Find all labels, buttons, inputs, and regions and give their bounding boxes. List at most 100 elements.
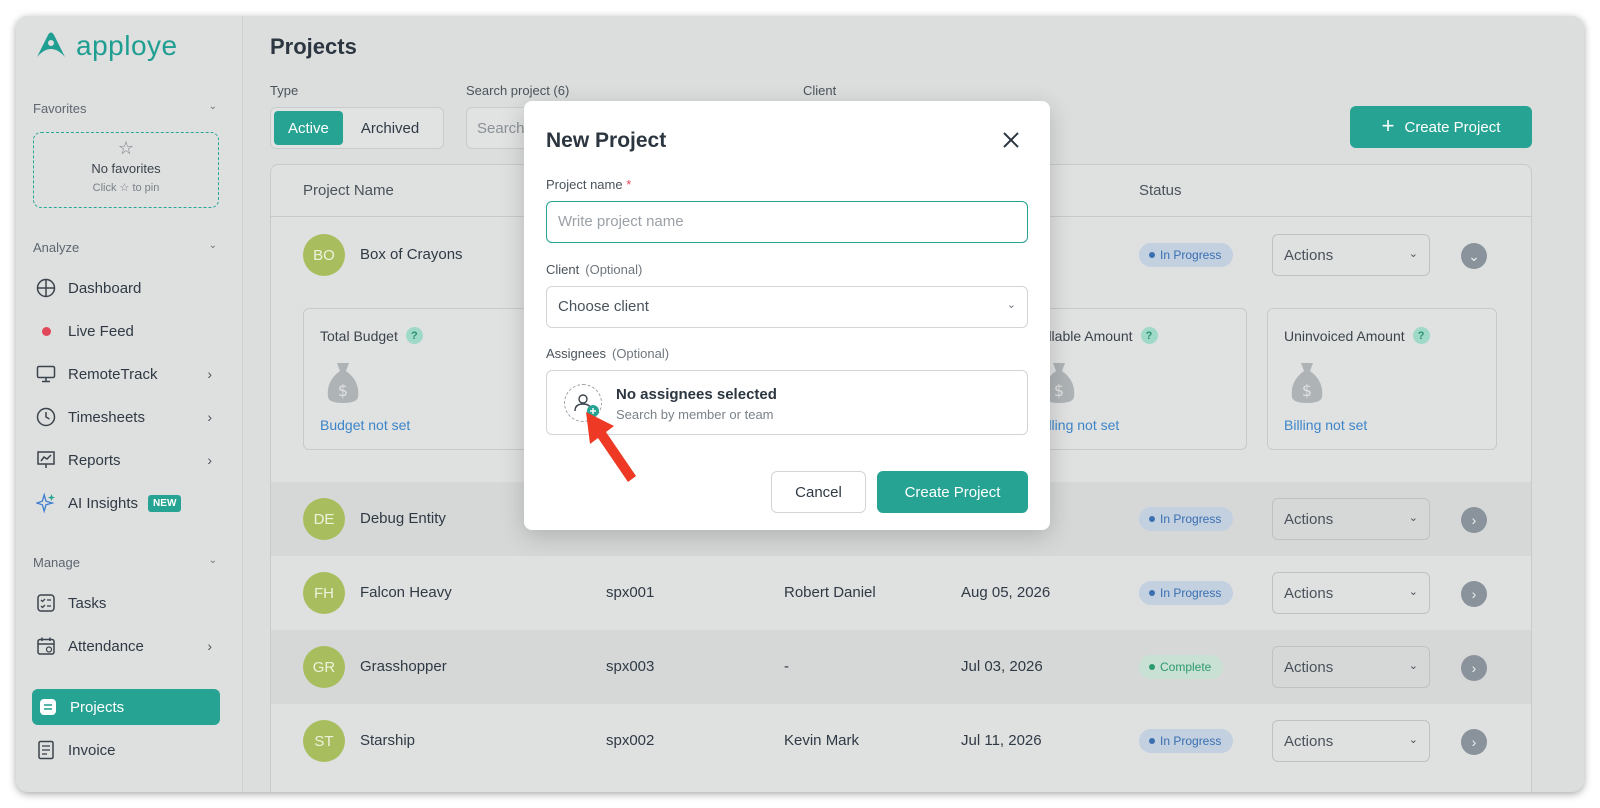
sidebar: apploye Favorites ⌄ ☆ No favorites Click… [16, 16, 243, 792]
calendar-icon [36, 636, 56, 656]
budget-not-set-link[interactable]: Budget not set [320, 417, 410, 433]
analyze-section-header[interactable]: Analyze ⌄ [33, 240, 217, 255]
star-icon: ☆ [117, 138, 135, 158]
chevron-right-icon: › [207, 366, 212, 382]
project-name[interactable]: Falcon Heavy [360, 584, 452, 601]
project-code: spx001 [606, 584, 655, 601]
chevron-down-icon: ⌄ [208, 555, 217, 566]
create-project-submit-button[interactable]: Create Project [877, 471, 1028, 513]
status-badge: Complete [1139, 655, 1224, 679]
favorites-section-header[interactable]: Favorites ⌄ [33, 101, 217, 116]
expand-row-button[interactable]: › [1461, 655, 1487, 681]
assignees-empty-title: No assignees selected [616, 386, 777, 403]
client-filter-label: Client [803, 83, 837, 98]
client-select[interactable]: Choose client ⌄ [546, 286, 1028, 328]
sidebar-item-dashboard[interactable]: Dashboard [34, 270, 220, 306]
annotation-arrow-icon [586, 412, 636, 482]
actions-dropdown[interactable]: Actions ⌄ [1272, 720, 1430, 762]
modal-title: New Project [546, 129, 667, 152]
svg-text:$: $ [338, 381, 348, 400]
project-date: Jul 11, 2026 [961, 732, 1042, 749]
status-badge: In Progress [1139, 729, 1234, 753]
manage-label: Manage [33, 555, 80, 570]
table-row[interactable]: GR Grasshopper spx003 - Jul 03, 2026 Com… [271, 630, 1531, 704]
sidebar-item-reports[interactable]: Reports › [34, 442, 220, 478]
collapse-row-button[interactable]: ⌄ [1461, 243, 1487, 269]
sidebar-item-attendance[interactable]: Attendance › [34, 628, 220, 664]
actions-dropdown[interactable]: Actions ⌄ [1272, 234, 1430, 276]
chevron-down-icon: ⌄ [208, 240, 217, 251]
avatar: BO [303, 234, 345, 276]
table-row[interactable]: FH Falcon Heavy spx001 Robert Daniel Aug… [271, 556, 1531, 630]
avatar: FH [303, 572, 345, 614]
create-project-button[interactable]: + Create Project [1350, 106, 1532, 148]
sidebar-item-live-feed[interactable]: Live Feed [34, 313, 220, 349]
cancel-button[interactable]: Cancel [771, 471, 866, 513]
sidebar-item-remotetrack[interactable]: RemoteTrack › [34, 356, 220, 392]
chevron-down-icon: ⌄ [1408, 248, 1418, 260]
chevron-down-icon: ⌄ [208, 101, 217, 112]
actions-dropdown[interactable]: Actions ⌄ [1272, 646, 1430, 688]
card-title: Billable Amount [1036, 327, 1133, 344]
project-name[interactable]: Grasshopper [360, 658, 447, 675]
search-filter-label: Search project (6) [466, 83, 570, 98]
sidebar-item-timesheets[interactable]: Timesheets › [34, 399, 220, 435]
uninvoiced-amount-card: Uninvoiced Amount? $ Billing not set [1267, 308, 1497, 450]
actions-dropdown[interactable]: Actions ⌄ [1272, 498, 1430, 540]
avatar: ST [303, 720, 345, 762]
client-name: - [784, 658, 789, 675]
column-header-project-name[interactable]: Project Name [303, 182, 394, 199]
svg-text:$: $ [1302, 381, 1312, 400]
project-date: Jul 03, 2026 [961, 658, 1043, 675]
type-archived-button[interactable]: Archived [347, 111, 433, 145]
sparkle-icon [36, 492, 56, 514]
favorites-empty-title: No favorites [91, 161, 161, 176]
project-code: spx003 [606, 658, 655, 675]
favorites-empty-hint: Click ☆ to pin [92, 182, 160, 194]
actions-dropdown[interactable]: Actions ⌄ [1272, 572, 1430, 614]
sidebar-item-projects[interactable]: Projects [32, 689, 220, 725]
favorites-empty-box: ☆ No favorites Click ☆ to pin [33, 132, 219, 208]
tasks-icon [36, 593, 56, 613]
sidebar-item-ai-insights[interactable]: AI Insights NEW [34, 485, 220, 521]
billing-not-set-link[interactable]: Billing not set [1284, 417, 1367, 433]
type-toggle: Active Archived [270, 107, 444, 149]
status-badge: In Progress [1139, 507, 1234, 531]
expand-row-button[interactable]: › [1461, 507, 1487, 533]
plus-icon: + [1381, 112, 1395, 138]
assignees-label: Assignees (Optional) [546, 346, 670, 361]
client-label: Client (Optional) [546, 262, 643, 277]
sidebar-item-tasks[interactable]: Tasks [34, 585, 220, 621]
card-title: Uninvoiced Amount [1284, 327, 1405, 344]
sidebar-item-invoice[interactable]: Invoice [34, 732, 220, 768]
client-name: Robert Daniel [784, 584, 876, 601]
analyze-label: Analyze [33, 240, 80, 255]
required-mark: * [626, 177, 632, 192]
sidebar-item-label: Attendance [68, 637, 144, 655]
type-active-button[interactable]: Active [274, 111, 343, 145]
chevron-right-icon: › [207, 638, 212, 654]
projects-icon [38, 697, 58, 717]
sidebar-item-label: Dashboard [68, 279, 142, 297]
chevron-down-icon: ⌄ [1006, 299, 1016, 311]
table-row[interactable]: ST Starship spx002 Kevin Mark Jul 11, 20… [271, 704, 1531, 778]
dashboard-icon [36, 278, 56, 298]
help-icon[interactable]: ? [405, 327, 423, 344]
logo[interactable]: apploye [34, 30, 178, 62]
manage-section-header[interactable]: Manage ⌄ [33, 555, 217, 570]
help-icon[interactable]: ? [1140, 327, 1158, 344]
help-icon[interactable]: ? [1412, 327, 1430, 344]
sidebar-item-label: Timesheets [68, 408, 145, 426]
monitor-icon [36, 364, 56, 384]
project-name-input[interactable]: Write project name [546, 201, 1028, 243]
column-header-status[interactable]: Status [1139, 182, 1182, 199]
project-name[interactable]: Starship [360, 732, 415, 749]
project-name[interactable]: Box of Crayons [360, 246, 463, 263]
expand-row-button[interactable]: › [1461, 729, 1487, 755]
billable-amount-card: Billable Amount? $ Billing not set [1025, 308, 1247, 450]
close-icon[interactable] [1000, 129, 1022, 151]
project-name[interactable]: Debug Entity [360, 510, 446, 527]
expand-row-button[interactable]: › [1461, 581, 1487, 607]
apploye-logo-icon [37, 32, 65, 57]
sidebar-item-label: Live Feed [68, 322, 134, 340]
